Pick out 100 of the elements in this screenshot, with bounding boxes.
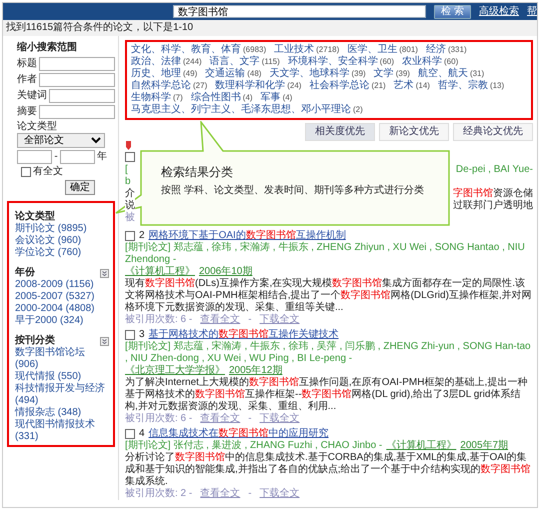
filter-title: 缩小搜索范围 [17, 42, 78, 54]
category-link[interactable]: 综合性图书 (4) [190, 92, 253, 104]
chevron-icon[interactable] [100, 336, 109, 346]
category-link[interactable]: 文化、科学、教育、体育 (6983) [131, 44, 266, 56]
facet-heading: 按刊分类 [15, 335, 55, 346]
fulltext-checkbox[interactable] [21, 167, 31, 177]
field-label: 关键词 [17, 90, 47, 102]
author-list: [期刊论文] 张付志 , 巢进波 , ZHANG Fuzhi , CHAO Jinbo - [125, 440, 382, 452]
author-list: [ [125, 164, 128, 176]
text-field[interactable] [49, 89, 115, 103]
separator-text: - [248, 488, 252, 500]
abstract-text: 说 [125, 200, 135, 212]
result-checkbox[interactable] [125, 429, 135, 439]
journal-link[interactable]: 《北京理工大学学报》 [125, 365, 225, 377]
field-label: 论文类型 [17, 121, 58, 133]
year-field[interactable] [17, 150, 52, 164]
category-link[interactable]: 哲学、宗教 (13) [438, 80, 504, 92]
category-link[interactable]: 天文学、地球科学 (39) [269, 68, 366, 80]
category-link[interactable]: 艺术 (14) [394, 80, 430, 92]
category-link[interactable]: 马克思主义、列宁主义、毛泽东思想、邓小平理论 (2) [131, 104, 363, 116]
category-link[interactable]: 数理科学和化学 (24) [215, 80, 302, 92]
type-dropdown[interactable]: 全部论文 [17, 133, 105, 148]
facet-link[interactable]: 2008-2009 (1156) [15, 279, 109, 291]
facet-link[interactable]: 2005-2007 (5327) [15, 291, 109, 303]
facet-link[interactable]: 现代情报 (550) [15, 371, 109, 383]
result-checkbox[interactable] [125, 231, 135, 241]
facet-link[interactable]: 早于2000 (324) [15, 315, 109, 327]
facet-link[interactable]: 会议论文 (960) [15, 235, 109, 247]
year-separator: - [54, 151, 58, 163]
checkbox-label: 有全文 [33, 166, 63, 178]
separator-text: - [248, 314, 252, 326]
sort-button[interactable]: 经典论文优先 [453, 123, 533, 141]
author-list: [期刊论文] 郑志蕴 , 徐玮 , 宋瀚涛 , 牛振东 , ZHENG Zhiyun , XU Wei , SONG Hantao , NIU Zhendong - [125, 242, 533, 266]
cite-count: 被引用次数: 6 - [125, 314, 192, 326]
sort-button[interactable]: 新论文优先 [379, 123, 449, 141]
facet-link[interactable]: 期刊论文 (9895) [15, 223, 109, 235]
category-link[interactable]: 历史、地理 (49) [131, 68, 198, 80]
category-link[interactable]: 经济 (331) [426, 44, 467, 56]
facet-link[interactable]: 2000-2004 (4808) [15, 303, 109, 315]
year-field[interactable] [60, 150, 95, 164]
field-label: 摘要 [17, 106, 37, 118]
category-link[interactable]: 环境科学、安全科学 (60) [288, 56, 394, 68]
category-link[interactable]: 政治、法律 (244) [131, 56, 202, 68]
result-number: 4 [139, 428, 145, 440]
result-number: 2 [139, 230, 145, 242]
abstract-text: 分析讨论了数字图书馆中的信息集成技术.基于CORBA的集成,基于XML的集成,基于OAI的集成和基于知识的智能集成,并指出了各自的优缺点;给出了一个基于中介结构实现的数字图书馆 集成系统. [125, 452, 532, 488]
result-summary: 找到11615篇符合条件的论文，以下是1-10 [3, 20, 537, 36]
year-label: 年 [97, 151, 107, 163]
author-list: De-pei , BAI Yue- [456, 164, 533, 176]
issue-link[interactable]: 2005年12期 [229, 365, 282, 377]
text-field[interactable] [39, 57, 115, 71]
text-field[interactable] [39, 73, 115, 87]
facet-heading: 论文类型 [15, 211, 55, 222]
field-label: 标题 [17, 58, 37, 70]
abstract-text: 现有数字图书馆(DLs)互操作方案,在实现大规模数字图书馆集成方面都存在一定的局限性.该文将网格技术与OAI-PMH框架相结合,提出了一个数字图书馆网格(DLGrid)互操作框架,并对网格环境下元数据资源的发现、采集、重组等关键... [125, 278, 533, 314]
category-link[interactable]: 军事 (4) [260, 92, 292, 104]
abstract-text: 为了解决Internet上大规模的数字图书馆互操作问题,在原有OAI-PMH框架的基础上,提出一种基于网格技术的数字图书馆互操作框架--数字图书馆网格(DL grid),给出了3层DL grid体系结构,并对元数据资源的发现、采集、重组、利用... [125, 377, 528, 412]
abstract-text: 过联邦门户透明地 [453, 200, 533, 212]
facet-heading: 年份 [15, 267, 35, 279]
category-link[interactable]: 生物科学 (7) [131, 92, 183, 104]
callout-title: 检索结果分类 [161, 165, 233, 179]
facet-link[interactable]: 数字图书馆论坛 (906) [15, 347, 109, 371]
text-field[interactable] [39, 105, 115, 119]
result-checkbox[interactable] [125, 152, 135, 162]
header-link[interactable]: 高级检索 [479, 6, 519, 18]
sort-button[interactable]: 相关度优先 [305, 123, 375, 141]
confirm-button[interactable]: 确定 [65, 180, 95, 195]
result-number: 3 [139, 329, 145, 341]
category-link[interactable]: 交通运输 (48) [205, 68, 262, 80]
facet-link[interactable]: 情报杂志 (348) [15, 407, 109, 419]
issue-link[interactable]: 2006年10期 [199, 266, 252, 278]
abstract-text: 字图书馆资源仓储 [453, 188, 533, 200]
search-field[interactable]: 数字图书馆 [173, 5, 426, 18]
cite-count: 被 [125, 212, 135, 224]
result-title-link[interactable]: 基于网格技术的数字图书馆互操作关键技术 [148, 329, 339, 341]
field-label: 作者 [17, 74, 37, 86]
callout-text: 按照 学科、论文类型、发表时间、期刊等多种方式进行分类 [161, 185, 424, 197]
chevron-icon[interactable] [100, 268, 109, 278]
journal-link[interactable]: 《计算机工程》 [125, 266, 195, 278]
result-checkbox[interactable] [125, 330, 135, 340]
category-link[interactable]: 社会科学总论 (21) [309, 80, 386, 92]
cite-count: 被引用次数: 6 - [125, 413, 192, 425]
category-link[interactable]: 语言、文字 (115) [210, 56, 280, 68]
marker-icon [125, 141, 132, 150]
abstract-text: 介 [125, 188, 135, 200]
journal-link[interactable]: 《计算机工程》 [386, 440, 456, 452]
facet-link[interactable]: 科技情报开发与经济 (494) [15, 383, 109, 407]
separator-text: - [248, 413, 252, 425]
facet-link[interactable]: 学位论文 (760) [15, 247, 109, 259]
author-list: [期刊论文] 郑志蕴 , 宋瀚涛 , 牛振东 , 徐玮 , 吴萍 , 闫乐鹏 , ZHENG Zhi-yun , SONG Han-tao , NIU Zhen-dong , XU Wei , WU Ping , BI Le-peng - [125, 341, 533, 365]
category-link[interactable]: 航空、航天 (31) [418, 68, 484, 80]
category-link[interactable]: 工业技术 (2718) [274, 44, 340, 56]
result-title-link[interactable]: 网格环境下基于OAI的数字图书馆互操作机制 [148, 230, 346, 242]
category-link[interactable]: 自然科学总论 (27) [131, 80, 208, 92]
category-link[interactable]: 医学、卫生 (801) [347, 44, 418, 56]
facet-link[interactable]: 现代图书情报技术 (331) [15, 419, 109, 443]
category-link[interactable]: 农业科学 (60) [402, 56, 458, 68]
category-link[interactable]: 文学 (39) [374, 68, 410, 80]
issue-link[interactable]: 2005年7期 [460, 440, 508, 452]
header-link[interactable]: 帮 [527, 6, 537, 18]
